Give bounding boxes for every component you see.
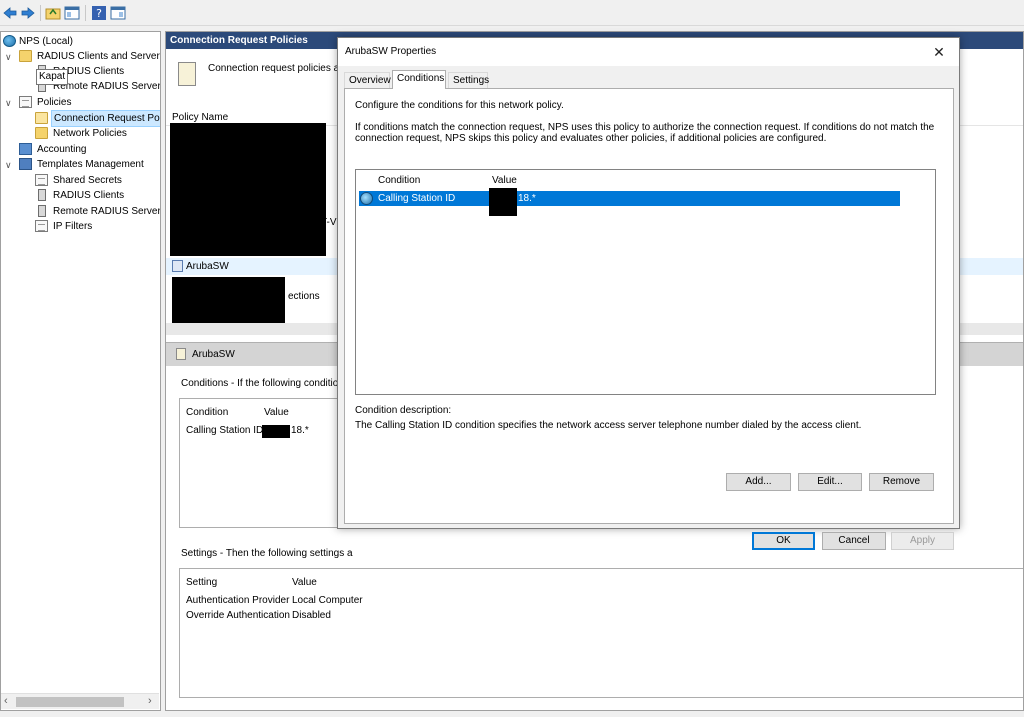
conditions-box: Condition Value Calling Station ID 18.*	[179, 398, 339, 528]
edit-button[interactable]: Edit...	[798, 473, 862, 491]
setting-name: Authentication Provider	[186, 595, 290, 606]
column-value: Value	[264, 407, 289, 418]
tree-item-nps-local[interactable]: NPS (Local)	[3, 34, 158, 49]
help-icon[interactable]: ?	[91, 5, 107, 21]
panel-intro: Configure the conditions for this networ…	[355, 100, 564, 111]
add-button[interactable]: Add...	[726, 473, 791, 491]
forward-arrow-icon[interactable]	[20, 5, 36, 21]
scroll-left-icon[interactable]: ‹	[4, 695, 8, 707]
condition-row-calling-station-id[interactable]: Calling Station ID 18.*	[359, 188, 900, 216]
redacted-area	[170, 123, 326, 256]
redacted-area	[172, 277, 285, 329]
folder-open-icon	[35, 112, 48, 124]
server-icon	[38, 205, 46, 217]
redacted-value	[489, 188, 517, 216]
show-hide-tree-icon[interactable]	[64, 5, 80, 21]
tree-item-shared-secrets[interactable]: Shared Secrets	[35, 173, 159, 188]
document-icon	[35, 174, 48, 186]
conditions-panel: Configure the conditions for this networ…	[344, 88, 954, 524]
ok-button[interactable]: OK	[752, 532, 815, 550]
phone-condition-icon	[360, 192, 373, 205]
accounting-icon	[19, 143, 32, 155]
properties-pane-icon[interactable]	[110, 5, 126, 21]
tree-horizontal-scrollbar[interactable]: ‹ ›	[1, 693, 159, 709]
redacted-value	[262, 425, 290, 438]
settings-caption: Settings - Then the following settings a	[181, 548, 353, 559]
templates-icon	[19, 158, 32, 170]
conditions-caption: Conditions - If the following conditions…	[181, 378, 358, 389]
folder-icon	[35, 127, 48, 139]
tree-item-ip-filters[interactable]: IP Filters	[35, 219, 159, 234]
chevron-down-icon[interactable]: ∨	[5, 161, 13, 170]
condition-name: Calling Station ID	[378, 193, 456, 204]
setting-value: Disabled	[292, 610, 331, 621]
tree-item-connection-request-policies[interactable]: Connection Request Po	[35, 110, 160, 127]
results-banner-text: Connection request policies allo	[208, 63, 350, 74]
globe-icon	[3, 35, 16, 47]
console-tree: NPS (Local) ∨ RADIUS Clients and Servers…	[0, 31, 161, 711]
tree-item-template-radius-clients[interactable]: RADIUS Clients	[35, 188, 159, 203]
cancel-button[interactable]: Cancel	[822, 532, 886, 550]
panel-explanation-line-2: connection request, NPS skips this polic…	[355, 133, 827, 144]
tooltip: Kapat	[36, 69, 69, 85]
tab-settings[interactable]: Settings	[448, 72, 489, 88]
column-value[interactable]: Value	[492, 175, 517, 186]
condition-name: Calling Station ID	[186, 425, 264, 436]
properties-dialog: ArubaSW Properties ✕ Overview Conditions…	[337, 37, 960, 550]
back-arrow-icon[interactable]	[2, 5, 18, 21]
tree-item-network-policies[interactable]: Network Policies	[35, 126, 159, 141]
chevron-down-icon[interactable]: ∨	[5, 99, 13, 108]
column-condition[interactable]: Condition	[378, 175, 420, 186]
toolbar: ?	[0, 0, 1024, 26]
tree-item-templates-management[interactable]: Templates Management	[19, 157, 159, 172]
column-value: Value	[292, 577, 317, 588]
dialog-title: ArubaSW Properties	[345, 46, 437, 57]
policy-document-icon	[176, 348, 186, 360]
up-folder-icon[interactable]	[45, 5, 61, 21]
folder-icon	[19, 50, 32, 62]
setting-value: Local Computer	[292, 595, 363, 606]
column-condition: Condition	[186, 407, 229, 418]
tab-conditions[interactable]: Conditions	[392, 70, 446, 89]
apply-button[interactable]: Apply	[891, 532, 954, 550]
condition-description-text: The Calling Station ID condition specifi…	[355, 420, 862, 431]
scrollbar-thumb[interactable]	[16, 697, 124, 707]
policy-document-icon	[178, 62, 196, 86]
condition-value: 18.*	[518, 193, 536, 204]
document-icon	[35, 220, 48, 232]
truncated-text: ections	[288, 291, 320, 302]
svg-text:?: ?	[96, 7, 102, 20]
policy-icon	[172, 260, 183, 272]
details-title: ArubaSW	[192, 349, 235, 360]
setting-name: Override Authentication	[186, 610, 290, 621]
tab-overview[interactable]: Overview	[344, 72, 391, 88]
tree-item-remote-radius-servers[interactable]: Remote RADIUS Servers	[35, 204, 160, 219]
condition-value: 18.*	[291, 425, 309, 436]
chevron-down-icon[interactable]: ∨	[5, 53, 13, 62]
close-icon[interactable]: ✕	[925, 40, 953, 64]
panel-explanation-line-1: If conditions match the connection reque…	[355, 122, 935, 133]
conditions-list[interactable]: Condition Value Calling Station ID 18.*	[355, 169, 936, 395]
remove-button[interactable]: Remove	[869, 473, 934, 491]
column-setting: Setting	[186, 577, 218, 588]
document-icon	[19, 96, 32, 108]
tree-item-accounting[interactable]: Accounting	[19, 142, 159, 157]
dialog-titlebar[interactable]: ArubaSW Properties ✕	[338, 38, 959, 66]
policy-name: ArubaSW	[186, 261, 229, 272]
server-icon	[38, 189, 46, 201]
tree-item-policies[interactable]: Policies	[19, 95, 159, 110]
truncated-text: T-V	[321, 217, 337, 228]
settings-box: Setting Value Authentication Provider Lo…	[179, 568, 1023, 698]
conditions-list-header: Condition Value	[356, 170, 935, 190]
condition-description-label: Condition description:	[355, 405, 452, 416]
tree-item-radius-clients-servers[interactable]: RADIUS Clients and Servers	[19, 49, 160, 64]
scroll-right-icon[interactable]: ›	[148, 695, 152, 707]
column-policy-name[interactable]: Policy Name	[172, 112, 228, 123]
